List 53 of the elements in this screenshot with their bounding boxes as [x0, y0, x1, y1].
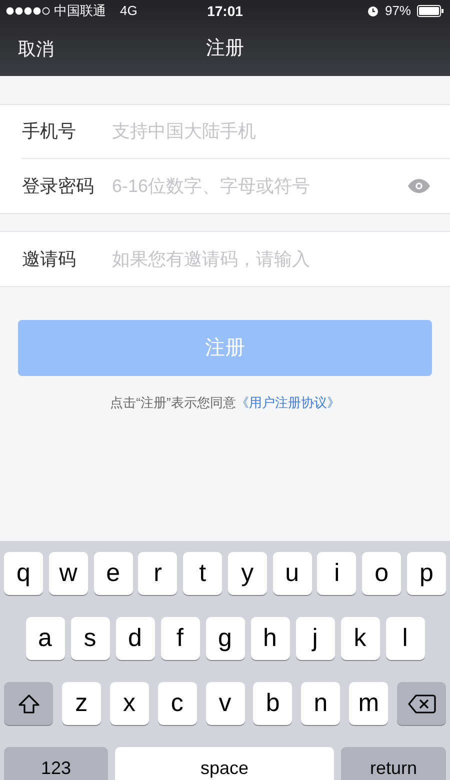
- input-field[interactable]: 6-16位数字、字母或符号: [112, 166, 408, 206]
- key[interactable]: j: [296, 617, 334, 660]
- key[interactable]: l: [386, 617, 424, 660]
- key[interactable]: x: [110, 682, 149, 725]
- key[interactable]: f: [160, 617, 200, 660]
- signal-icon: [6, 7, 50, 15]
- numbers-key[interactable]: 123: [4, 747, 108, 780]
- shift-key[interactable]: [4, 682, 53, 725]
- battery-icon: [417, 5, 444, 17]
- key[interactable]: g: [206, 617, 244, 660]
- key[interactable]: c: [158, 682, 197, 725]
- key[interactable]: w: [48, 552, 88, 595]
- key[interactable]: s: [70, 617, 110, 660]
- key[interactable]: k: [340, 617, 380, 660]
- key[interactable]: y: [228, 552, 267, 595]
- form-field[interactable]: 手机号 支持中国大陆手机: [0, 105, 450, 159]
- return-key[interactable]: return: [341, 747, 446, 780]
- space-key[interactable]: space: [115, 747, 334, 780]
- key[interactable]: i: [317, 552, 356, 595]
- key[interactable]: q: [4, 552, 43, 595]
- input-field[interactable]: 支持中国大陆手机: [112, 112, 430, 152]
- delete-key[interactable]: [397, 682, 446, 725]
- key[interactable]: r: [138, 552, 178, 595]
- battery-percent: 97%: [384, 2, 411, 20]
- carrier-name: 中国联通: [54, 2, 106, 20]
- alarm-icon: [366, 5, 379, 17]
- key[interactable]: u: [272, 552, 312, 595]
- key[interactable]: o: [362, 552, 402, 595]
- input-field[interactable]: 如果您有邀请码，请输入: [112, 239, 430, 279]
- cancel-button[interactable]: 取消: [18, 36, 54, 62]
- key[interactable]: v: [206, 682, 244, 725]
- key[interactable]: z: [62, 682, 101, 725]
- clock-time: 17:01: [207, 2, 243, 20]
- key[interactable]: m: [349, 682, 388, 725]
- shift-icon: [18, 694, 40, 714]
- form-field[interactable]: 邀请码 如果您有邀请码，请输入: [0, 232, 450, 286]
- backspace-icon: [408, 694, 436, 714]
- key[interactable]: d: [116, 617, 154, 660]
- field-label: 邀请码: [22, 248, 77, 270]
- agreement-text: 点击“注册”表示您同意: [110, 394, 236, 412]
- key[interactable]: b: [253, 682, 292, 725]
- field-label: 登录密码: [22, 174, 95, 198]
- key[interactable]: a: [26, 617, 64, 660]
- page-title: 注册: [206, 36, 244, 61]
- key[interactable]: t: [183, 552, 222, 595]
- key[interactable]: h: [250, 617, 290, 660]
- form-field[interactable]: 登录密码 6-16位数字、字母或符号: [0, 159, 450, 213]
- key[interactable]: p: [406, 552, 446, 595]
- key[interactable]: n: [301, 682, 340, 725]
- network-type: 4G: [120, 2, 138, 20]
- agreement-link[interactable]: 《用户注册协议》: [236, 393, 340, 412]
- field-label: 手机号: [22, 120, 77, 143]
- key[interactable]: e: [94, 552, 133, 595]
